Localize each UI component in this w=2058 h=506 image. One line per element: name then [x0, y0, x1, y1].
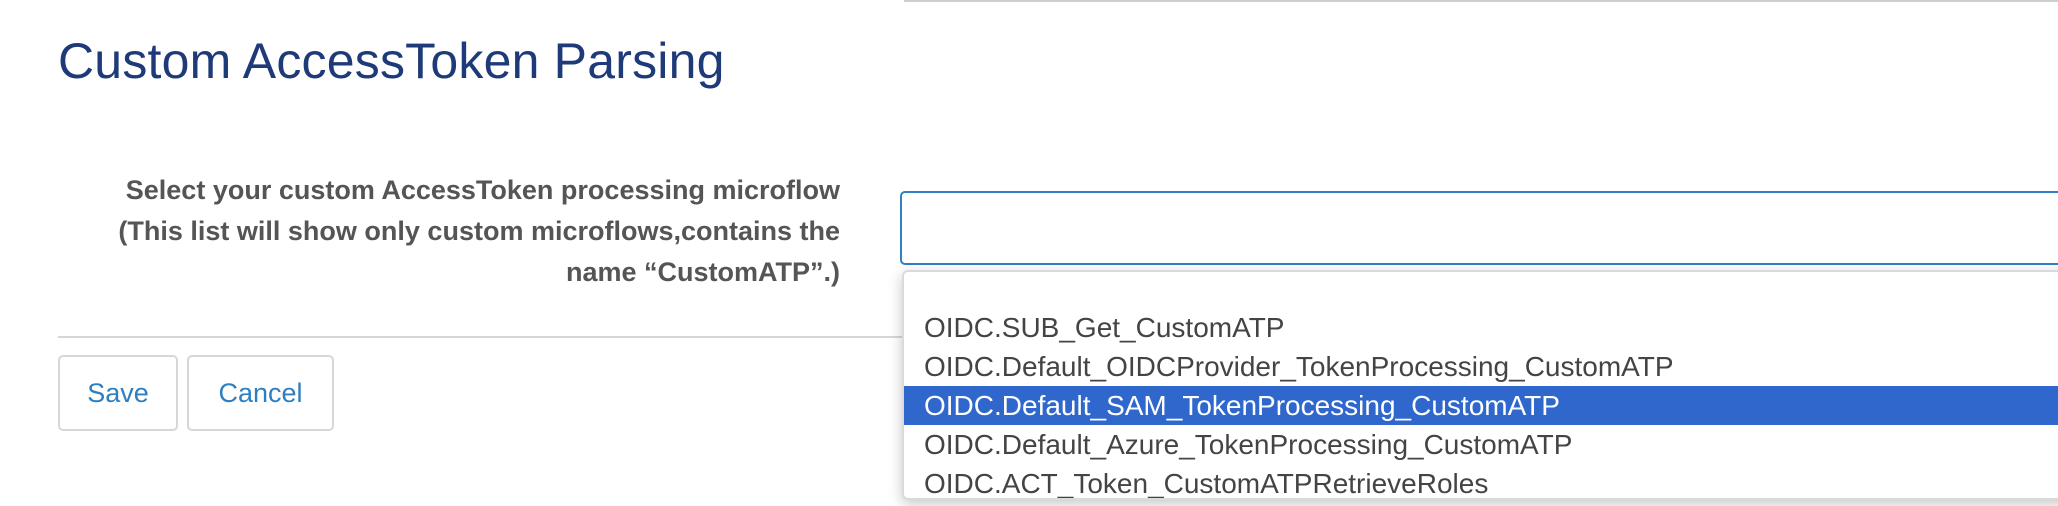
form-divider	[58, 336, 902, 338]
dropdown-option[interactable]: OIDC.ACT_Token_CustomATPRetrieveRoles	[904, 464, 2058, 498]
field-label-line-3: name “CustomATP”.)	[565, 257, 840, 287]
dropdown-option[interactable]: OIDC.Default_Azure_TokenProcessing_Custo…	[904, 425, 2058, 464]
microflow-dropdown-list: OIDC.SUB_Get_CustomATP OIDC.Default_OIDC…	[902, 270, 2058, 500]
page-title: Custom AccessToken Parsing	[58, 33, 725, 89]
page: Custom AccessToken Parsing Select your c…	[0, 0, 2058, 506]
microflow-field-label: Select your custom AccessToken processin…	[58, 170, 840, 293]
cancel-button[interactable]: Cancel	[187, 355, 334, 431]
field-label-line-1: Select your custom AccessToken processin…	[125, 175, 840, 205]
dropdown-options: OIDC.SUB_Get_CustomATP OIDC.Default_OIDC…	[904, 272, 2058, 498]
dropdown-option[interactable]: OIDC.Default_OIDCProvider_TokenProcessin…	[904, 347, 2058, 386]
save-button[interactable]: Save	[58, 355, 178, 431]
microflow-select[interactable]	[900, 191, 2058, 265]
top-divider	[904, 0, 2058, 2]
field-label-line-2: (This list will show only custom microfl…	[118, 216, 840, 246]
dropdown-option-selected[interactable]: OIDC.Default_SAM_TokenProcessing_CustomA…	[904, 386, 2058, 425]
dropdown-option[interactable]: OIDC.SUB_Get_CustomATP	[904, 308, 2058, 347]
